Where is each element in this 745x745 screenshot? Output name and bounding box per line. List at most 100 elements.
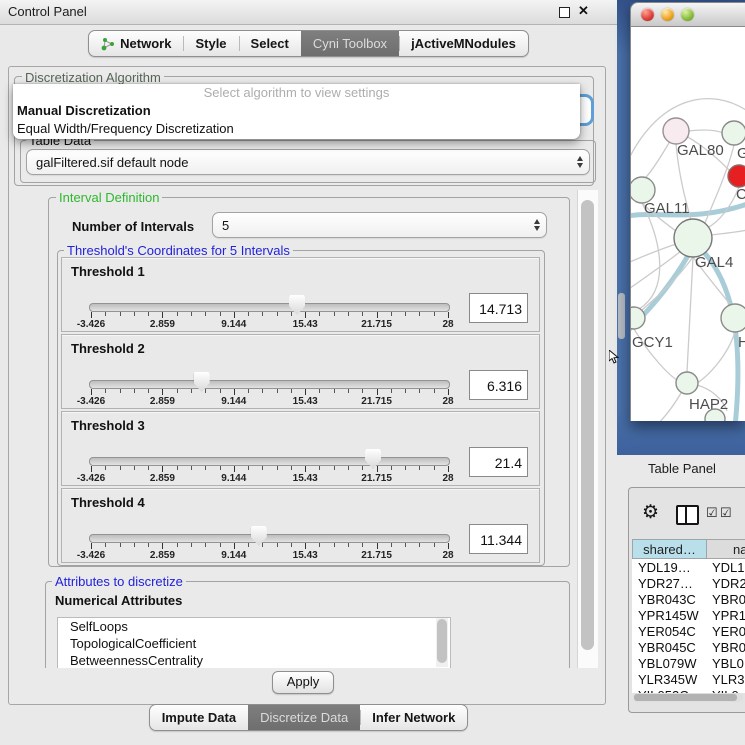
tab-label: jActiveMNodules — [411, 36, 516, 51]
network-icon — [101, 37, 115, 51]
threshold-slider-track[interactable] — [89, 380, 450, 389]
number-of-intervals-value: 5 — [213, 218, 528, 233]
network-node-h-node[interactable] — [721, 304, 745, 332]
algorithm-popup-item-equal-width[interactable]: Equal Width/Frequency Discretization — [13, 120, 580, 138]
mouse-cursor — [609, 350, 620, 364]
threshold-ruler: -3.4262.8599.14415.4321.71528 — [91, 312, 448, 330]
network-node-label: H — [738, 334, 745, 351]
table-row[interactable]: YDL19…YDL1 — [632, 560, 745, 576]
table-row[interactable]: YPR145WYPR1 — [632, 608, 745, 624]
network-edge[interactable] — [711, 229, 745, 235]
tab-label: Discretize Data — [260, 710, 348, 725]
settings-scrollbar-thumb[interactable] — [581, 200, 594, 650]
table-body: YDL19…YDL1YDR27…YDR2YBR043CYBR0YPR145WYP… — [632, 559, 745, 693]
bottom-tabbar: Impute Data Discretize Data Infer Networ… — [0, 704, 617, 731]
threshold-slider-track[interactable] — [89, 534, 450, 543]
threshold-label: Threshold 4 — [71, 495, 145, 510]
network-edge[interactable] — [689, 130, 723, 133]
panel-splitter-grip[interactable] — [618, 293, 625, 339]
threshold-row: Threshold 3 -3.4262.8599.14415.4321.7152… — [61, 411, 540, 486]
network-node-label: GAL80 — [677, 142, 724, 159]
interval-definition-title: Interval Definition — [56, 190, 162, 205]
float-window-icon[interactable] — [559, 7, 570, 18]
combo-stepper-icon — [571, 156, 589, 168]
tab-impute-data[interactable]: Impute Data — [150, 705, 248, 730]
table-row[interactable]: YLR345WYLR3 — [632, 672, 745, 688]
network-node-top-right[interactable] — [722, 121, 745, 145]
threshold-value-field[interactable]: 14.713 — [469, 293, 528, 323]
checkbox-icon[interactable]: ☑ — [706, 507, 718, 519]
attribute-list-item[interactable]: BetweennessCentrality — [58, 652, 450, 668]
network-node-gcy1[interactable] — [631, 307, 645, 329]
table-row[interactable]: YDR27…YDR2 — [632, 576, 745, 592]
network-node-hap2[interactable] — [676, 372, 698, 394]
network-edge[interactable] — [639, 203, 660, 309]
table-hscrollbar-thumb[interactable] — [634, 694, 737, 701]
attributes-group-title: Attributes to discretize — [52, 574, 186, 589]
network-graph: GAL80GACGAL11GAL4GCY1HHAP2 — [631, 27, 745, 421]
top-tabbar: Network Style Select Cyni Toolbox jActiv… — [0, 30, 617, 57]
close-traffic-light-icon[interactable] — [641, 8, 654, 21]
number-of-intervals-combobox[interactable]: 5 — [212, 212, 547, 238]
columns-icon[interactable] — [676, 505, 699, 525]
gear-icon[interactable]: ⚙ — [642, 501, 659, 524]
tab-network[interactable]: Network — [89, 31, 183, 56]
threshold-slider-track[interactable] — [89, 303, 450, 312]
algorithm-dropdown-popup: Select algorithm to view settings Manual… — [13, 84, 580, 139]
numerical-attributes-list[interactable]: SelfLoopsTopologicalCoefficientBetweenne… — [57, 617, 451, 668]
tab-discretize-data[interactable]: Discretize Data — [248, 705, 360, 730]
tab-style[interactable]: Style — [183, 31, 238, 56]
network-node-gal4[interactable] — [674, 219, 712, 257]
network-edge[interactable] — [697, 332, 735, 383]
table-row[interactable]: YBR043CYBR0 — [632, 592, 745, 608]
threshold-value-field[interactable]: 21.4 — [469, 447, 528, 477]
attribute-list-item[interactable]: SelfLoops — [58, 618, 450, 635]
table-row[interactable]: YBR045CYBR0 — [632, 640, 745, 656]
network-canvas[interactable]: GAL80GACGAL11GAL4GCY1HHAP2 — [630, 27, 745, 421]
threshold-ruler: -3.4262.8599.14415.4321.71528 — [91, 389, 448, 407]
network-edge[interactable] — [631, 243, 679, 265]
tab-select[interactable]: Select — [239, 31, 301, 56]
threshold-label: Threshold 2 — [71, 341, 145, 356]
attributes-list-scrollbar[interactable] — [436, 618, 448, 667]
table-panel-title: Table Panel — [648, 461, 716, 476]
algorithm-popup-prompt: Select algorithm to view settings — [13, 84, 580, 102]
network-node-label: GA — [737, 145, 745, 162]
tab-jactivemnodules[interactable]: jActiveMNodules — [399, 31, 528, 56]
column-header-name[interactable]: name — [707, 539, 745, 559]
threshold-label: Threshold 3 — [71, 418, 145, 433]
threshold-value-field[interactable]: 11.344 — [469, 524, 528, 554]
control-panel: Control Panel ✕ Network Style Select Cyn… — [0, 0, 617, 745]
threshold-value-field[interactable]: 6.316 — [469, 370, 528, 400]
panel-title: Control Panel — [8, 4, 87, 19]
threshold-slider-track[interactable] — [89, 457, 450, 466]
close-icon[interactable]: ✕ — [578, 3, 589, 19]
network-edge[interactable] — [687, 257, 693, 372]
zoom-traffic-light-icon[interactable] — [681, 8, 694, 21]
table-row[interactable]: YBL079WYBL0 — [632, 656, 745, 672]
attribute-list-item[interactable]: TopologicalCoefficient — [58, 635, 450, 652]
number-of-intervals-label: Number of Intervals — [72, 219, 194, 234]
tab-label: Infer Network — [372, 710, 455, 725]
network-edge[interactable] — [655, 393, 681, 421]
algorithm-popup-item-manual[interactable]: Manual Discretization — [13, 102, 580, 120]
discretization-algorithm-title: Discretization Algorithm — [22, 70, 164, 85]
numerical-attributes-label: Numerical Attributes — [55, 593, 182, 608]
network-node-label: C — [736, 186, 745, 203]
network-node-label: GAL4 — [695, 254, 733, 271]
tab-cyni-toolbox[interactable]: Cyni Toolbox — [301, 31, 399, 56]
network-node-label: GCY1 — [632, 334, 673, 351]
settings-scroll-viewport: Interval Definition Number of Intervals … — [14, 190, 577, 668]
apply-button[interactable]: Apply — [272, 671, 334, 694]
table-data-combobox[interactable]: galFiltered.sif default node — [26, 149, 590, 175]
minimize-traffic-light-icon[interactable] — [661, 8, 674, 21]
column-header-shared-name[interactable]: shared… — [632, 539, 707, 559]
network-node-red-node[interactable] — [728, 165, 745, 187]
network-node-gal80[interactable] — [663, 118, 689, 144]
node-attribute-table: shared… name YDL19…YDL1YDR27…YDR2YBR043C… — [632, 539, 745, 702]
combo-stepper-icon — [528, 219, 546, 231]
checkbox-icon[interactable]: ☑ — [720, 507, 732, 519]
tab-infer-network[interactable]: Infer Network — [360, 705, 467, 730]
table-row[interactable]: YER054CYER0 — [632, 624, 745, 640]
tab-label: Style — [195, 36, 226, 51]
